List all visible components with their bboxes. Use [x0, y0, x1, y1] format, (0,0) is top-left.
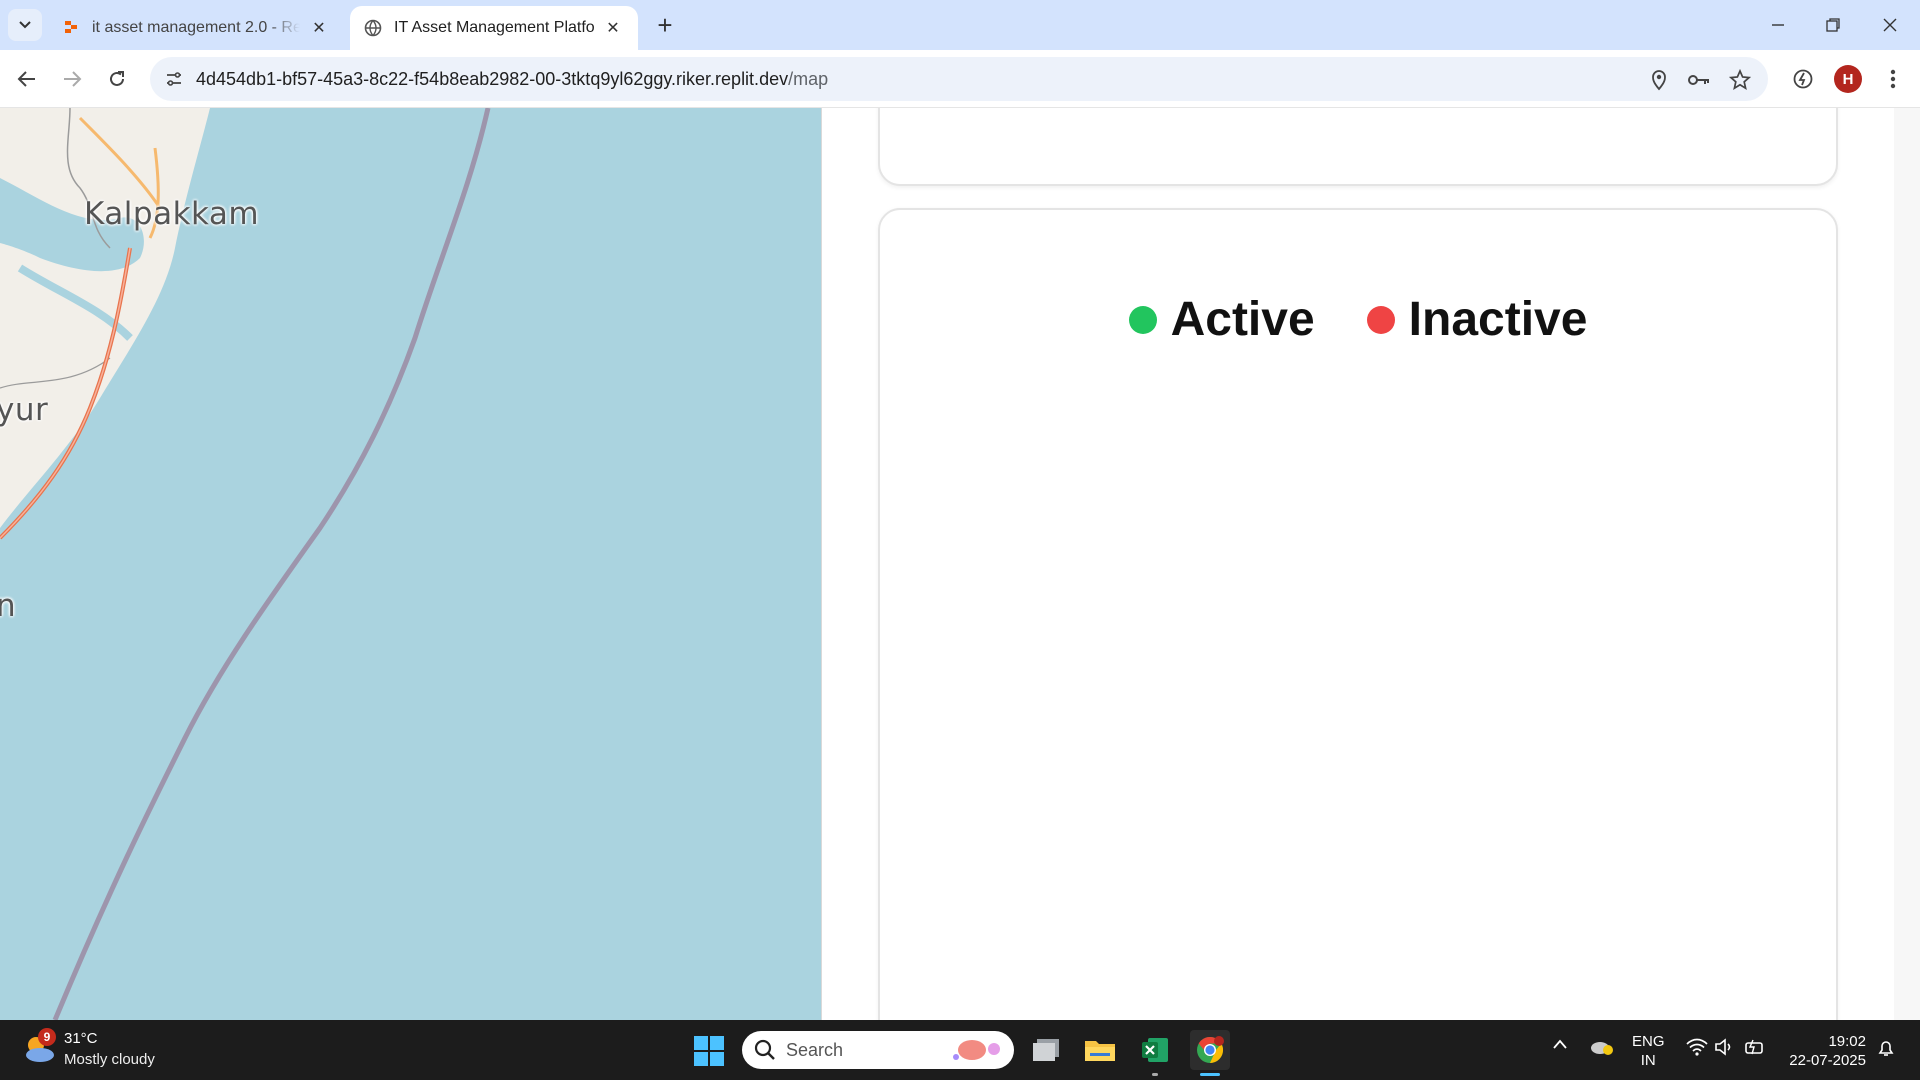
legend-item-inactive: Inactive	[1366, 292, 1588, 347]
new-tab-button[interactable]: +	[650, 10, 680, 40]
tab-strip: it asset management 2.0 - Replit ✕ IT As…	[0, 0, 1920, 50]
notification-bell-icon	[1878, 1041, 1894, 1056]
tab-it-asset-platform[interactable]: IT Asset Management Platform ✕	[350, 6, 638, 50]
speaker-icon	[1715, 1038, 1731, 1056]
close-window-button[interactable]	[1870, 8, 1910, 42]
reload-icon	[110, 71, 124, 86]
scrollbar[interactable]	[1894, 108, 1920, 1020]
legend-card: Active Inactive	[878, 208, 1838, 1020]
chrome-button[interactable]	[1190, 1030, 1230, 1076]
tab-replit[interactable]: it asset management 2.0 - Replit ✕	[48, 6, 344, 50]
weather-badge: 9	[38, 1028, 56, 1046]
star-icon[interactable]	[1727, 67, 1753, 93]
active-dot-icon	[1128, 305, 1157, 334]
details-pane: Active Inactive	[822, 108, 1920, 1020]
close-icon[interactable]: ✕	[308, 17, 330, 39]
language-line1: ENG	[1632, 1033, 1665, 1050]
info-card	[878, 108, 1838, 186]
clock-time: 19:02	[1828, 1033, 1866, 1050]
active-indicator	[1200, 1073, 1220, 1076]
chevron-down-icon	[19, 21, 31, 29]
browser-toolbar: 4d454db1-bf57-45a3-8c22-f54b8eab2982-00-…	[0, 50, 1920, 108]
folder-icon	[1085, 1041, 1115, 1061]
running-indicator	[1152, 1073, 1158, 1076]
profile-avatar[interactable]: H	[1834, 65, 1862, 93]
minimize-button[interactable]	[1758, 8, 1798, 42]
location-icon[interactable]	[1646, 67, 1672, 93]
tab-title: IT Asset Management Platform	[394, 19, 594, 36]
url-host: 4d454db1-bf57-45a3-8c22-f54b8eab2982-00-…	[196, 69, 789, 89]
onedrive-warning-icon	[1591, 1042, 1613, 1055]
map-label-city: Kalpakkam	[84, 196, 260, 232]
task-view-icon	[1033, 1039, 1059, 1061]
chrome-icon	[1197, 1036, 1224, 1064]
tab-title: it asset management 2.0 - Replit	[92, 19, 300, 36]
excel-button[interactable]	[1135, 1030, 1175, 1076]
key-icon[interactable]	[1686, 67, 1712, 93]
clock-date: 22-07-2025	[1789, 1052, 1866, 1069]
forward-button[interactable]	[55, 62, 89, 96]
tab-search-button[interactable]	[8, 9, 42, 41]
task-view-button[interactable]	[1026, 1030, 1066, 1070]
show-hidden-icons-button[interactable]	[1552, 1038, 1568, 1050]
restore-icon	[1826, 18, 1840, 32]
map-tiles	[0, 108, 491, 1020]
menu-kebab-icon[interactable]	[1878, 64, 1908, 94]
excel-icon	[1142, 1038, 1168, 1062]
windows-taskbar: 9 31°C Mostly cloudy Search ENG IN 19:02…	[0, 1020, 1920, 1080]
legend-label: Inactive	[1408, 293, 1588, 346]
legend-label: Active	[1170, 293, 1315, 346]
url-text: 4d454db1-bf57-45a3-8c22-f54b8eab2982-00-…	[196, 69, 828, 90]
arrow-left-icon	[17, 71, 35, 87]
replit-icon	[65, 21, 77, 33]
battery-charging-icon	[1745, 1039, 1763, 1055]
globe-icon	[364, 19, 382, 37]
wifi-icon	[1686, 1038, 1708, 1056]
performance-icon[interactable]	[1788, 64, 1818, 94]
file-explorer-button[interactable]	[1080, 1030, 1120, 1070]
taskbar-search[interactable]: Search	[742, 1031, 1014, 1069]
weather-temp[interactable]: 31°C	[64, 1030, 98, 1047]
system-clock[interactable]: 19:02 22-07-2025	[1786, 1032, 1866, 1070]
wifi-button[interactable]	[1686, 1038, 1708, 1056]
close-icon	[1883, 18, 1897, 32]
restore-button[interactable]	[1813, 8, 1853, 42]
language-indicator[interactable]: ENG IN	[1632, 1032, 1665, 1070]
url-path: /map	[788, 69, 829, 89]
legend-item-active: Active	[1128, 292, 1315, 347]
page-content: Kalpakkam yur n Active Inactive	[0, 108, 1920, 1020]
arrow-right-icon	[64, 71, 82, 87]
onedrive-button[interactable]	[1590, 1038, 1614, 1056]
volume-button[interactable]	[1714, 1038, 1736, 1056]
back-button[interactable]	[10, 62, 44, 96]
map-label-partial: yur	[0, 392, 49, 428]
address-bar[interactable]: 4d454db1-bf57-45a3-8c22-f54b8eab2982-00-…	[150, 57, 1768, 101]
reload-button[interactable]	[100, 62, 134, 96]
search-icon	[754, 1039, 775, 1060]
notifications-button[interactable]	[1876, 1038, 1896, 1058]
battery-button[interactable]	[1744, 1038, 1766, 1056]
close-icon[interactable]: ✕	[602, 17, 624, 39]
map-view[interactable]: Kalpakkam yur n	[0, 108, 822, 1020]
status-legend: Active Inactive	[880, 292, 1836, 347]
search-highlight-icon	[953, 1040, 1000, 1060]
inactive-dot-icon	[1366, 305, 1395, 334]
weather-desc[interactable]: Mostly cloudy	[64, 1051, 155, 1068]
map-label-partial: n	[0, 588, 16, 624]
chevron-up-icon	[1553, 1039, 1567, 1049]
minimize-icon	[1772, 24, 1784, 26]
search-placeholder: Search	[786, 1040, 844, 1060]
start-button[interactable]	[694, 1036, 724, 1066]
site-info-icon[interactable]	[162, 67, 186, 91]
language-line2: IN	[1640, 1052, 1656, 1069]
